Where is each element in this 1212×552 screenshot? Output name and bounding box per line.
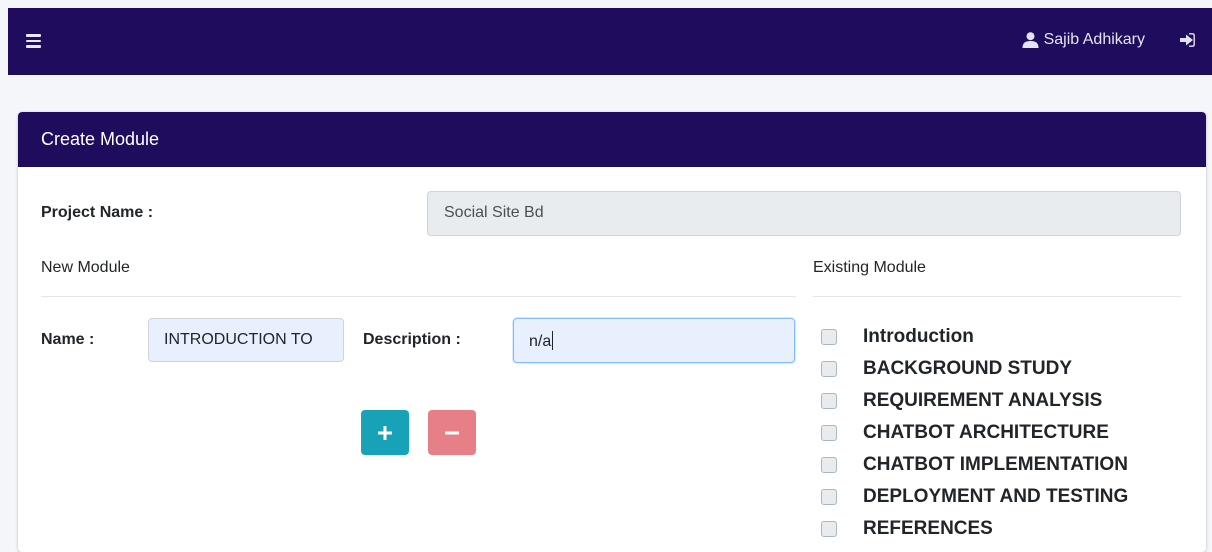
description-label: Description :: [363, 331, 461, 348]
module-item[interactable]: REQUIREMENT ANALYSIS: [821, 385, 1128, 417]
module-checkbox[interactable]: [821, 425, 837, 441]
sign-out-icon[interactable]: [1179, 33, 1195, 52]
module-name-input[interactable]: INTRODUCTION TO: [148, 318, 344, 362]
module-label: BACKGROUND STUDY: [863, 358, 1072, 379]
divider: [41, 296, 796, 297]
existing-module-list: Introduction BACKGROUND STUDY REQUIREMEN…: [821, 321, 1128, 545]
plus-icon: [378, 425, 392, 440]
module-checkbox[interactable]: [821, 393, 837, 409]
module-description-input[interactable]: n/a: [513, 318, 795, 363]
user-icon: [1022, 32, 1039, 48]
remove-module-button[interactable]: [428, 410, 476, 455]
description-value: n/a: [529, 333, 552, 350]
add-module-button[interactable]: [361, 410, 409, 455]
module-label: CHATBOT IMPLEMENTATION: [863, 454, 1128, 475]
module-label: DEPLOYMENT AND TESTING: [863, 486, 1129, 507]
module-checkbox[interactable]: [821, 329, 837, 345]
user-menu[interactable]: Sajib Adhikary: [1022, 31, 1145, 49]
text-caret: [552, 331, 554, 350]
module-item[interactable]: DEPLOYMENT AND TESTING: [821, 481, 1128, 513]
top-navbar: Sajib Adhikary: [8, 8, 1212, 75]
project-name-label: Project Name :: [41, 204, 154, 221]
module-label: REFERENCES: [863, 518, 993, 539]
module-item[interactable]: BACKGROUND STUDY: [821, 353, 1128, 385]
module-checkbox[interactable]: [821, 489, 837, 505]
card-title: Create Module: [18, 112, 1206, 167]
hamburger-icon[interactable]: [26, 34, 41, 48]
project-name-field: Social Site Bd: [427, 191, 1181, 236]
module-item[interactable]: CHATBOT ARCHITECTURE: [821, 417, 1128, 449]
create-module-card: Create Module Project Name : Social Site…: [18, 112, 1206, 552]
existing-module-title: Existing Module: [813, 259, 926, 276]
module-label: CHATBOT ARCHITECTURE: [863, 422, 1109, 443]
module-item[interactable]: CHATBOT IMPLEMENTATION: [821, 449, 1128, 481]
new-module-title: New Module: [41, 259, 130, 276]
module-item[interactable]: Introduction: [821, 321, 1128, 353]
name-label: Name :: [41, 331, 95, 348]
module-label: Introduction: [863, 326, 974, 347]
divider: [813, 296, 1181, 297]
module-label: REQUIREMENT ANALYSIS: [863, 390, 1103, 411]
module-checkbox[interactable]: [821, 361, 837, 377]
module-item[interactable]: REFERENCES: [821, 513, 1128, 545]
minus-icon: [445, 431, 459, 434]
module-checkbox[interactable]: [821, 521, 837, 537]
module-checkbox[interactable]: [821, 457, 837, 473]
user-name: Sajib Adhikary: [1043, 31, 1145, 48]
